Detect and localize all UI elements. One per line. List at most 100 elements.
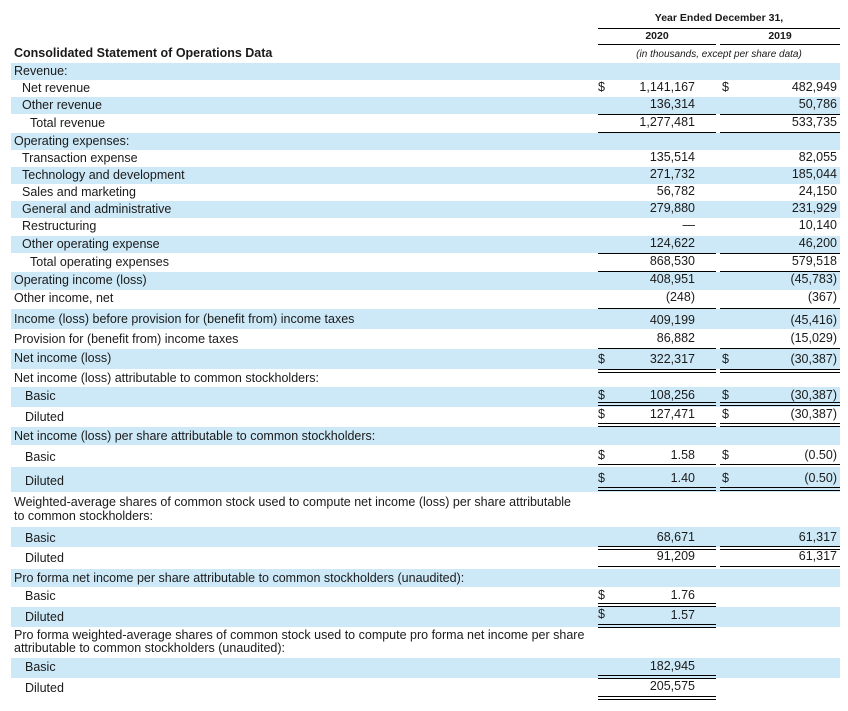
table-row: Pro forma net income per share attributa… xyxy=(11,569,840,587)
value-2020: 322,317 xyxy=(649,352,695,366)
value-2020: 868,530 xyxy=(649,254,695,268)
value-2020: 68,671 xyxy=(656,530,695,544)
table-row: Pro forma weighted-average shares of com… xyxy=(11,627,840,659)
table-row: Restructuring — 10,140 xyxy=(11,218,840,235)
row-label: Basic xyxy=(25,450,56,464)
value-2019: 50,786 xyxy=(798,97,837,111)
dollar-sign: $ xyxy=(722,80,729,94)
row-label: Sales and marketing xyxy=(22,185,136,199)
value-2019: 579,518 xyxy=(791,254,837,268)
row-label: Net income (loss) attributable to common… xyxy=(14,371,319,385)
row-label: Diluted xyxy=(25,681,64,695)
row-label: Other income, net xyxy=(14,291,114,305)
row-label: Basic xyxy=(25,389,56,403)
year-2020-header: 2020 xyxy=(645,30,669,42)
table-row: Operating income (loss) 408,951 (45,783) xyxy=(11,272,840,290)
value-2020: — xyxy=(682,218,696,232)
double-rule xyxy=(720,487,840,491)
value-2020: 1.58 xyxy=(670,448,695,462)
value-2020: 271,732 xyxy=(649,167,695,181)
table-row: Income (loss) before provision for (bene… xyxy=(11,309,840,329)
year-2019-header: 2019 xyxy=(768,30,792,42)
section-title-row: Consolidated Statement of Operations Dat… xyxy=(11,44,840,62)
value-2020: 409,199 xyxy=(649,313,695,327)
row-label: Net income (loss) per share attributable… xyxy=(14,429,376,443)
row-label: Net revenue xyxy=(22,81,91,95)
row-label: Other operating expense xyxy=(22,237,160,251)
value-2019: 185,044 xyxy=(791,167,837,181)
value-2019: (30,387) xyxy=(790,352,837,366)
value-2019: (0.50) xyxy=(804,471,837,485)
value-2020: 205,575 xyxy=(649,679,695,693)
table-row: General and administrative 279,880 231,9… xyxy=(11,201,840,218)
value-2020: 408,951 xyxy=(649,272,695,286)
value-2020: 1,277,481 xyxy=(639,115,695,129)
row-label: Provision for (benefit from) income taxe… xyxy=(14,332,239,346)
double-rule xyxy=(720,402,840,406)
value-2020: 86,882 xyxy=(656,331,695,345)
double-rule xyxy=(598,487,716,491)
header-rule-top xyxy=(598,28,840,29)
row-label: Total operating expenses xyxy=(30,255,169,269)
dollar-sign: $ xyxy=(722,471,729,485)
row-label: Diluted xyxy=(25,551,64,565)
value-2019: (15,029) xyxy=(790,331,837,345)
table-row: Other operating expense 124,622 46,200 xyxy=(11,236,840,253)
value-2020: 108,256 xyxy=(649,388,695,402)
value-2019: 482,949 xyxy=(791,80,837,94)
value-2019: 46,200 xyxy=(798,236,837,250)
table-row: Sales and marketing 56,782 24,150 xyxy=(11,184,840,201)
table-row: Revenue: xyxy=(11,63,840,80)
value-2019: (30,387) xyxy=(790,388,837,402)
table-row: Total revenue 1,277,481 533,735 xyxy=(11,115,840,132)
value-2019: 533,735 xyxy=(791,115,837,129)
section-title: Consolidated Statement of Operations Dat… xyxy=(14,46,273,60)
table-row: Total operating expenses 868,530 579,518 xyxy=(11,254,840,271)
table-row: Net income (loss) per share attributable… xyxy=(11,427,840,445)
row-label: Diluted xyxy=(25,474,64,488)
row-label: Basic xyxy=(25,589,56,603)
value-2019: 24,150 xyxy=(798,184,837,198)
table-row: Diluted 205,575 xyxy=(11,678,840,698)
value-2020: 1.40 xyxy=(670,471,695,485)
value-2019: (367) xyxy=(807,290,837,304)
value-2019: 82,055 xyxy=(798,150,837,164)
value-2020: 127,471 xyxy=(649,407,695,421)
double-rule xyxy=(598,696,716,700)
table-row: Net revenue $ 1,141,167 $ 482,949 xyxy=(11,80,840,97)
dollar-sign: $ xyxy=(722,352,729,366)
row-label: Total revenue xyxy=(30,116,106,130)
value-2019: 231,929 xyxy=(791,201,837,215)
table-row: Net income (loss) attributable to common… xyxy=(11,369,840,387)
table-row: Technology and development 271,732 185,0… xyxy=(11,167,840,184)
value-2020: 124,622 xyxy=(649,236,695,250)
period-title: Year Ended December 31, xyxy=(654,12,784,24)
table-row: Transaction expense 135,514 82,055 xyxy=(11,150,840,167)
value-2020: 1,141,167 xyxy=(639,80,695,94)
value-2020: 182,945 xyxy=(649,659,695,673)
row-label: Other revenue xyxy=(22,98,102,112)
row-label: Pro forma weighted-average shares of com… xyxy=(14,628,585,655)
value-2019: (45,416) xyxy=(790,313,837,327)
value-2020: 1.76 xyxy=(670,588,695,602)
row-label: Revenue: xyxy=(14,64,68,78)
value-2019: (30,387) xyxy=(790,407,837,421)
row-label: General and administrative xyxy=(22,202,172,216)
row-label: Restructuring xyxy=(22,219,97,233)
row-label: Income (loss) before provision for (bene… xyxy=(14,312,355,326)
row-label: Basic xyxy=(25,660,56,674)
table-row: Net income (loss) $ 322,317 $ (30,387) xyxy=(11,349,840,369)
row-label: Pro forma net income per share attributa… xyxy=(14,571,465,585)
value-2020: (248) xyxy=(665,290,695,304)
row-label: Diluted xyxy=(25,610,64,624)
dollar-sign: $ xyxy=(722,407,729,421)
row-label: Operating income (loss) xyxy=(14,273,147,287)
double-rule xyxy=(598,402,716,406)
value-2020: 136,314 xyxy=(649,97,695,111)
value-2020: 279,880 xyxy=(649,201,695,215)
value-2019: 61,317 xyxy=(798,549,837,563)
table-row: Operating expenses: xyxy=(11,133,840,150)
value-2020: 1.57 xyxy=(670,608,695,622)
row-label: Technology and development xyxy=(22,168,185,182)
value-2020: 56,782 xyxy=(656,184,695,198)
